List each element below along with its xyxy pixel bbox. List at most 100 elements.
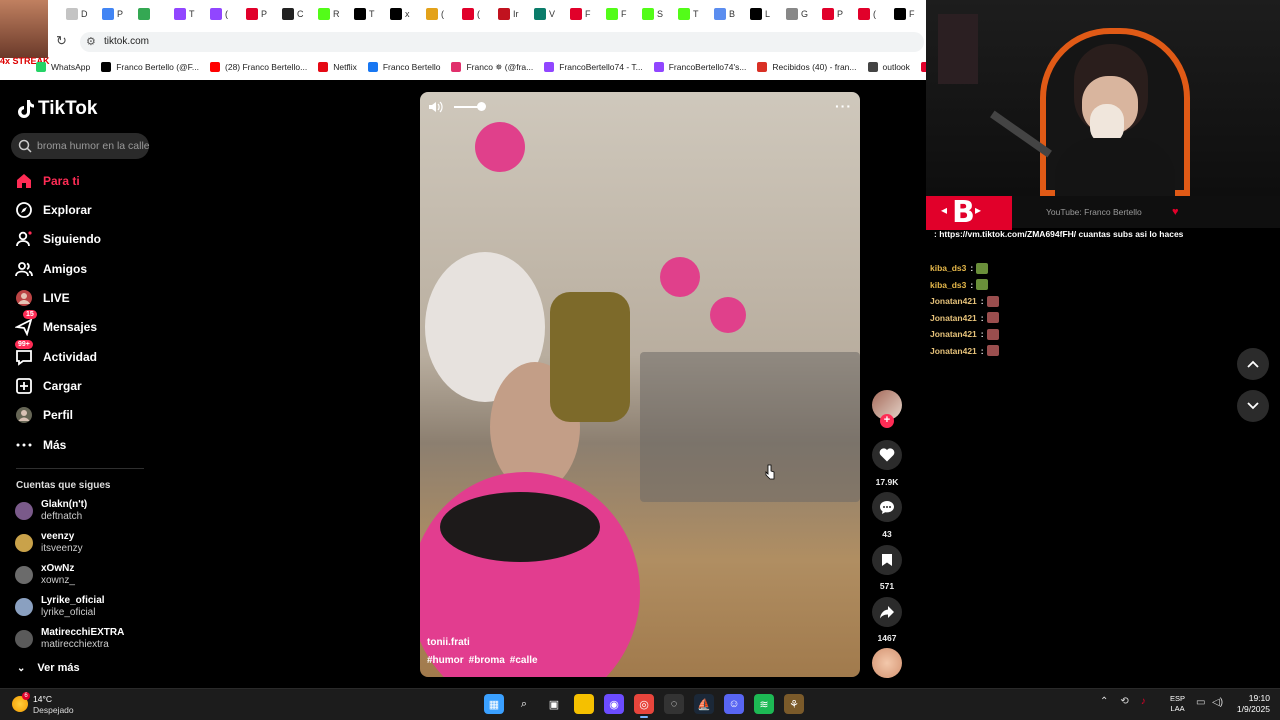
save-button[interactable]	[872, 545, 902, 575]
browser-tab[interactable]: B	[710, 4, 744, 24]
file-explorer-icon[interactable]	[574, 694, 594, 714]
app-misc-icon[interactable]: ⚘	[784, 694, 804, 714]
browser-tab[interactable]: T	[170, 4, 204, 24]
windows-start-icon[interactable]: ▦	[484, 694, 504, 714]
address-bar[interactable]	[80, 32, 924, 52]
video-player[interactable]	[420, 92, 860, 677]
chevron-up-icon[interactable]: ⌃	[1100, 696, 1108, 707]
bookmark-item[interactable]: Netflix	[318, 62, 357, 72]
bookmark-item[interactable]: Franco ✵ (@fra...	[451, 62, 533, 73]
app-purple-icon[interactable]: ◉	[604, 694, 624, 714]
sidebar-item-más[interactable]: Más	[15, 434, 66, 456]
browser-tab[interactable]: (	[458, 4, 492, 24]
browser-tab[interactable]: F	[890, 4, 924, 24]
sidebar-item-explorar[interactable]: Explorar	[15, 199, 92, 221]
reload-icon[interactable]: ↻	[56, 34, 70, 48]
browser-tab[interactable]: (	[206, 4, 240, 24]
chrome-icon[interactable]: ◎	[634, 694, 654, 718]
sidebar-item-live[interactable]: LIVE	[15, 287, 70, 309]
sidebar-item-amigos[interactable]: Amigos	[15, 258, 87, 280]
bookmark-item[interactable]: Franco Bertello (@F...	[101, 62, 199, 72]
browser-tab[interactable]: R	[314, 4, 348, 24]
input-language[interactable]: ESP LAA	[1170, 694, 1185, 714]
video-author[interactable]: tonii.frati	[427, 637, 470, 648]
sync-icon[interactable]: ⟲	[1120, 696, 1128, 707]
browser-tab[interactable]: T	[350, 4, 384, 24]
followed-account[interactable]: veenzy itsveenzy	[15, 530, 83, 556]
task-view-icon[interactable]: ▣	[544, 694, 564, 714]
previous-video-button[interactable]	[1237, 348, 1269, 380]
bookmark-item[interactable]: (28) Franco Bertello...	[210, 62, 307, 72]
browser-tab[interactable]: G	[782, 4, 816, 24]
comment-button[interactable]	[872, 492, 902, 522]
steam-icon[interactable]: ⛵	[694, 694, 714, 714]
browser-tab[interactable]: S	[638, 4, 672, 24]
next-video-button[interactable]	[1237, 390, 1269, 422]
bookmark-item[interactable]: FrancoBertello74 - T...	[544, 62, 643, 72]
sidebar-item-para-ti[interactable]: Para ti	[15, 170, 80, 192]
browser-tab[interactable]: x	[386, 4, 420, 24]
followed-account[interactable]: MatirecchiEXTRA matirecchiextra	[15, 626, 124, 652]
browser-tab[interactable]: D	[62, 4, 96, 24]
music-disc[interactable]	[872, 648, 902, 678]
spotify-icon[interactable]: ≋	[754, 694, 774, 714]
browser-tab[interactable]: V	[530, 4, 564, 24]
home-icon	[15, 172, 33, 190]
volume-icon[interactable]	[428, 100, 444, 114]
share-count: 1467	[877, 633, 897, 643]
followed-account[interactable]: Glakn(n't) deftnatch	[15, 498, 87, 524]
sidebar-item-cargar[interactable]: Cargar	[15, 375, 82, 397]
hashtag-link[interactable]: #calle	[510, 655, 538, 666]
network-icon[interactable]: ▭	[1196, 697, 1205, 708]
bookmark-item[interactable]: FrancoBertello74's...	[653, 62, 746, 72]
tiktok-logo[interactable]: TikTok	[16, 98, 97, 120]
chat-emote-icon	[986, 345, 999, 357]
hashtag-link[interactable]: #broma	[469, 655, 505, 666]
tiktok-wordmark: TikTok	[38, 98, 98, 119]
browser-tab[interactable]: F	[602, 4, 636, 24]
like-button[interactable]	[872, 440, 902, 470]
search-icon[interactable]: ⌕	[514, 694, 534, 714]
browser-tab[interactable]: F	[566, 4, 600, 24]
volume-icon[interactable]: ◁)	[1212, 697, 1223, 708]
weather-condition[interactable]: Despejado	[33, 705, 74, 715]
sidebar-item-mensajes[interactable]: Mensajes 15	[15, 310, 97, 338]
bookmark-item[interactable]: Franco Bertello	[367, 62, 440, 72]
sidebar-item-actividad[interactable]: Actividad 99+	[15, 340, 97, 368]
browser-tab[interactable]: P	[98, 4, 132, 24]
url-text[interactable]: tiktok.com	[104, 36, 149, 47]
discord-icon[interactable]: ☺	[724, 694, 744, 714]
sidebar-item-siguiendo[interactable]: Siguiendo	[15, 228, 101, 250]
sidebar-item-perfil[interactable]: Perfil	[15, 404, 73, 426]
followed-account[interactable]: xOwNz xownz_	[15, 562, 75, 588]
browser-tab[interactable]: P	[818, 4, 852, 24]
follow-plus-button[interactable]: +	[880, 414, 894, 428]
browser-tab[interactable]: T	[674, 4, 708, 24]
more-options-icon[interactable]: ···	[835, 98, 852, 114]
chat-message: kiba_ds3:	[930, 260, 1270, 277]
followed-account[interactable]: Lyrike_oficial lyrike_oficial	[15, 594, 105, 620]
search-input[interactable]: broma humor en la calle	[37, 140, 150, 152]
hashtag-link[interactable]: #humor	[427, 655, 464, 666]
browser-tab[interactable]: (	[854, 4, 888, 24]
weather-temperature[interactable]: 14°C	[33, 694, 52, 704]
browser-tab[interactable]: C	[278, 4, 312, 24]
tab-favicon-icon	[246, 8, 258, 20]
see-more-button[interactable]: ⌄ Ver más	[17, 662, 80, 674]
bookmark-item[interactable]: outlook	[867, 62, 910, 72]
browser-tab[interactable]: L	[746, 4, 780, 24]
share-button[interactable]	[872, 597, 902, 627]
clock[interactable]: 19:10 1/9/2025	[1230, 693, 1270, 715]
mic-icon[interactable]: ♪	[1141, 696, 1146, 707]
browser-tab[interactable]: (	[422, 4, 456, 24]
browser-tab[interactable]: P	[242, 4, 276, 24]
site-info-icon[interactable]: ⚙	[86, 35, 96, 48]
bookmark-item[interactable]: Recibidos (40) - fran...	[757, 62, 857, 72]
browser-tab[interactable]	[134, 4, 168, 24]
obs-icon[interactable]: ◌	[664, 694, 684, 714]
volume-slider-handle[interactable]	[477, 102, 486, 111]
tab-title: L	[765, 9, 771, 19]
browser-tab[interactable]: Ir	[494, 4, 528, 24]
bookmark-item[interactable]: WhatsApp	[36, 62, 90, 72]
video-scene-pompom-1	[475, 122, 525, 172]
